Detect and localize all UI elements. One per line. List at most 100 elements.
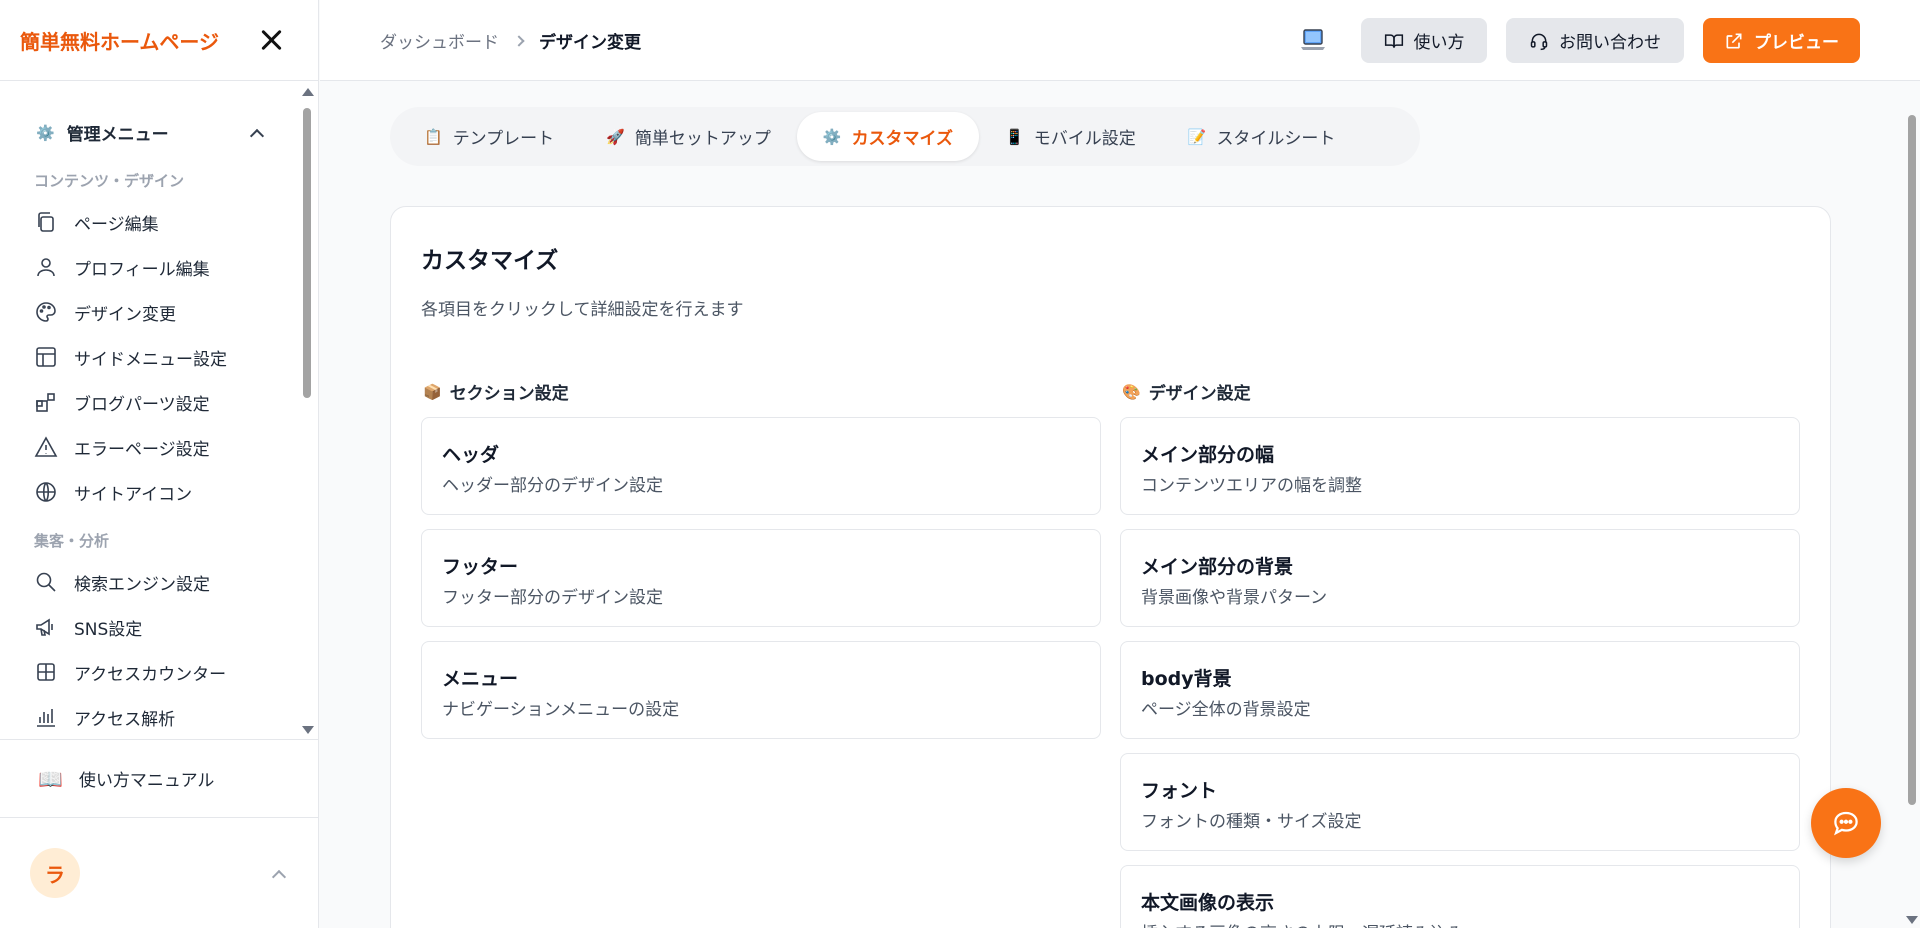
book-open-icon bbox=[1384, 33, 1403, 48]
sidebar-item-seo[interactable]: 検索エンジン設定 bbox=[34, 564, 274, 600]
howto-button[interactable]: 使い方 bbox=[1361, 18, 1487, 63]
book-icon: 📖 bbox=[38, 766, 63, 791]
item-subtitle: コンテンツエリアの幅を調整 bbox=[1141, 476, 1362, 496]
chevron-right-icon bbox=[513, 34, 525, 47]
tab-mobile[interactable]: 📱 モバイル設定 bbox=[979, 112, 1162, 161]
scroll-thumb[interactable] bbox=[1908, 115, 1916, 805]
preview-label: プレビュー bbox=[1754, 33, 1839, 53]
brand-title[interactable]: 簡単無料ホームページ bbox=[20, 26, 219, 55]
manual-link[interactable]: 📖 使い方マニュアル bbox=[38, 766, 214, 792]
sidebar-item-label: デザイン変更 bbox=[74, 304, 176, 325]
scroll-down-arrow-icon[interactable] bbox=[302, 726, 314, 734]
item-footer[interactable]: フッター フッター部分のデザイン設定 bbox=[421, 529, 1101, 627]
clipboard-icon: 📋 bbox=[424, 127, 443, 146]
item-title: フッター bbox=[442, 556, 519, 578]
sidebar-item-sns[interactable]: SNS設定 bbox=[34, 609, 274, 645]
scroll-up-arrow-icon[interactable] bbox=[302, 88, 314, 96]
sidebar-item-profile-edit[interactable]: プロフィール編集 bbox=[34, 249, 274, 285]
item-subtitle: ヘッダー部分のデザイン設定 bbox=[442, 476, 663, 496]
sidebar-item-label: エラーページ設定 bbox=[74, 439, 210, 460]
item-menu[interactable]: メニュー ナビゲーションメニューの設定 bbox=[421, 641, 1101, 739]
sidebar-item-site-icon[interactable]: サイトアイコン bbox=[34, 474, 274, 510]
item-title: メイン部分の幅 bbox=[1141, 444, 1275, 466]
avatar[interactable]: ラ bbox=[30, 848, 80, 898]
preview-button[interactable]: プレビュー bbox=[1703, 18, 1860, 63]
user-menu[interactable]: ラ bbox=[0, 817, 319, 928]
sidebar: 簡単無料ホームページ ⚙️ 管理メニュー コンテンツ・デザイン ページ編集 プロ… bbox=[0, 0, 319, 928]
chat-icon bbox=[1834, 811, 1858, 836]
item-header[interactable]: ヘッダ ヘッダー部分のデザイン設定 bbox=[421, 417, 1101, 515]
item-title: メニュー bbox=[442, 668, 519, 690]
item-body-image[interactable]: 本文画像の表示 挿入する画像の高さの上限・遅延読み込み bbox=[1120, 865, 1800, 928]
palette-emoji-icon: 🎨 bbox=[1122, 382, 1141, 401]
item-title: ヘッダ bbox=[442, 444, 500, 466]
sidebar-item-page-edit[interactable]: ページ編集 bbox=[34, 204, 274, 240]
item-body-background[interactable]: body背景 ページ全体の背景設定 bbox=[1120, 641, 1800, 739]
item-title: body背景 bbox=[1141, 668, 1232, 690]
item-main-width[interactable]: メイン部分の幅 コンテンツエリアの幅を調整 bbox=[1120, 417, 1800, 515]
tab-customize[interactable]: ⚙️ カスタマイズ bbox=[796, 112, 980, 161]
headset-icon bbox=[1530, 33, 1548, 50]
heading-label: デザイン設定 bbox=[1148, 384, 1251, 404]
close-icon[interactable] bbox=[258, 27, 284, 53]
user-icon bbox=[37, 258, 55, 277]
sidebar-item-label: プロフィール編集 bbox=[74, 259, 210, 280]
copy-icon bbox=[38, 212, 54, 232]
item-subtitle: 背景画像や背景パターン bbox=[1141, 588, 1328, 608]
tab-easy-setup[interactable]: 🚀 簡単セットアップ bbox=[580, 112, 797, 161]
tab-label: スタイルシート bbox=[1216, 129, 1336, 149]
item-subtitle: フッター部分のデザイン設定 bbox=[442, 588, 663, 608]
design-tabs: 📋 テンプレート 🚀 簡単セットアップ ⚙️ カスタマイズ 📱 モバイル設定 📝… bbox=[390, 107, 1420, 166]
item-subtitle: ページ全体の背景設定 bbox=[1141, 700, 1311, 720]
chevron-up-icon[interactable] bbox=[249, 128, 265, 143]
globe-icon bbox=[36, 482, 56, 502]
item-font[interactable]: フォント フォントの種類・サイズ設定 bbox=[1120, 753, 1800, 851]
sidebar-scrollbar[interactable] bbox=[301, 88, 314, 734]
memo-icon: 📝 bbox=[1187, 127, 1207, 146]
top-header: ダッシュボード デザイン変更 使い方 お問い合わせ プレビュー bbox=[320, 0, 1920, 81]
group-label-marketing: 集客・分析 bbox=[34, 532, 110, 550]
page-description: 各項目をクリックして詳細設定を行えます bbox=[421, 300, 744, 320]
item-main-background[interactable]: メイン部分の背景 背景画像や背景パターン bbox=[1120, 529, 1800, 627]
sidebar-item-label: アクセス解析 bbox=[74, 709, 176, 730]
scroll-thumb[interactable] bbox=[303, 108, 311, 398]
menu-header[interactable]: ⚙️ 管理メニュー bbox=[36, 120, 266, 145]
sidebar-item-label: 検索エンジン設定 bbox=[74, 574, 210, 595]
tab-template[interactable]: 📋 テンプレート bbox=[398, 112, 580, 161]
scroll-down-arrow-icon[interactable] bbox=[1906, 916, 1918, 924]
sidebar-item-label: アクセスカウンター bbox=[74, 664, 227, 685]
search-icon bbox=[36, 572, 56, 592]
item-title: 本文画像の表示 bbox=[1141, 892, 1275, 914]
breadcrumb-current: デザイン変更 bbox=[539, 33, 641, 53]
layout-icon bbox=[36, 347, 56, 367]
contact-label: お問い合わせ bbox=[1559, 33, 1661, 53]
chevron-up-icon[interactable] bbox=[271, 869, 287, 885]
package-icon: 📦 bbox=[423, 382, 442, 401]
item-title: メイン部分の背景 bbox=[1141, 556, 1294, 578]
tab-stylesheet[interactable]: 📝 スタイルシート bbox=[1162, 112, 1362, 161]
item-subtitle: ナビゲーションメニューの設定 bbox=[442, 700, 680, 720]
sidebar-item-blog-parts[interactable]: ブログパーツ設定 bbox=[34, 384, 274, 420]
sidebar-item-design-change[interactable]: デザイン変更 bbox=[34, 294, 274, 330]
warning-icon bbox=[34, 436, 58, 457]
sidebar-item-label: SNS設定 bbox=[74, 619, 143, 640]
sidebar-item-side-menu[interactable]: サイドメニュー設定 bbox=[34, 339, 274, 375]
contact-button[interactable]: お問い合わせ bbox=[1506, 18, 1684, 63]
group-label-content: コンテンツ・デザイン bbox=[34, 172, 185, 190]
laptop-icon[interactable] bbox=[1300, 28, 1326, 52]
breadcrumb: ダッシュボード デザイン変更 bbox=[380, 28, 641, 53]
heading-label: セクション設定 bbox=[449, 384, 569, 404]
sidebar-item-analytics[interactable]: アクセス解析 bbox=[34, 699, 274, 735]
sidebar-item-error-page[interactable]: エラーページ設定 bbox=[34, 429, 274, 465]
rocket-icon: 🚀 bbox=[606, 127, 625, 146]
gear-icon: ⚙️ bbox=[822, 127, 842, 146]
brand-bar: 簡単無料ホームページ bbox=[0, 0, 318, 81]
section-settings-heading: 📦 セクション設定 bbox=[423, 379, 569, 405]
breadcrumb-dashboard[interactable]: ダッシュボード bbox=[380, 28, 499, 53]
chat-button[interactable] bbox=[1811, 788, 1881, 858]
sidebar-item-access-counter[interactable]: アクセスカウンター bbox=[34, 654, 274, 690]
tab-label: 簡単セットアップ bbox=[634, 129, 771, 149]
tab-label: カスタマイズ bbox=[851, 129, 954, 149]
page-scrollbar[interactable] bbox=[1904, 81, 1920, 928]
grid-icon bbox=[37, 663, 55, 681]
